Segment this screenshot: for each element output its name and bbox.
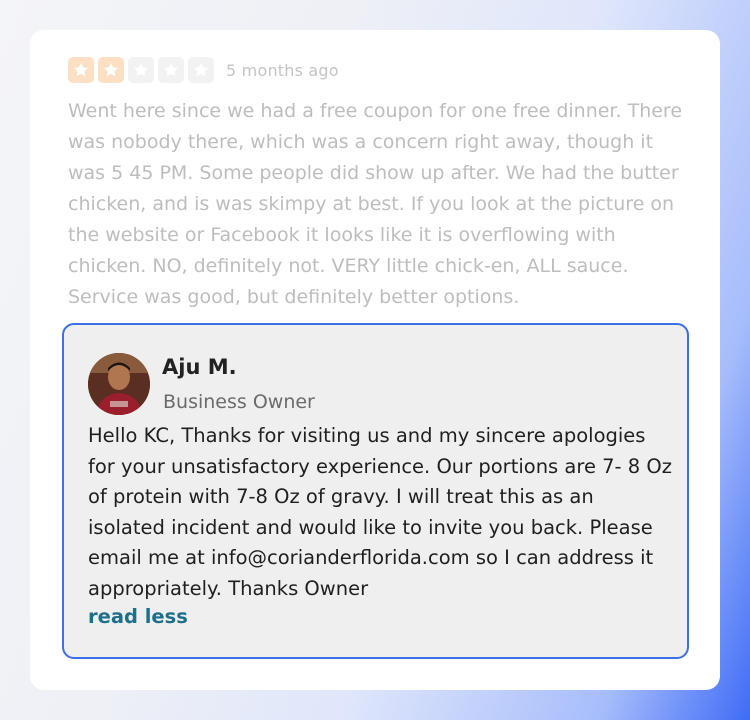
owner-reply: Aju M. Business Owner Hello KC, Thanks f… — [62, 323, 689, 659]
star-icon — [98, 57, 124, 83]
rating-row: 5 months ago — [68, 57, 339, 83]
owner-role: Business Owner — [163, 391, 315, 413]
review-timestamp: 5 months ago — [226, 60, 339, 80]
star-icon — [128, 57, 154, 83]
star-icon — [188, 57, 214, 83]
review-card: 5 months ago Went here since we had a fr… — [30, 30, 720, 690]
owner-name: Aju M. — [162, 355, 237, 379]
read-less-link[interactable]: read less — [88, 605, 188, 628]
star-rating — [68, 57, 214, 83]
reply-text: Hello KC, Thanks for visiting us and my … — [88, 424, 672, 600]
avatar — [88, 353, 150, 415]
star-icon — [158, 57, 184, 83]
review-text: Went here since we had a free coupon for… — [68, 100, 683, 308]
star-icon — [68, 57, 94, 83]
